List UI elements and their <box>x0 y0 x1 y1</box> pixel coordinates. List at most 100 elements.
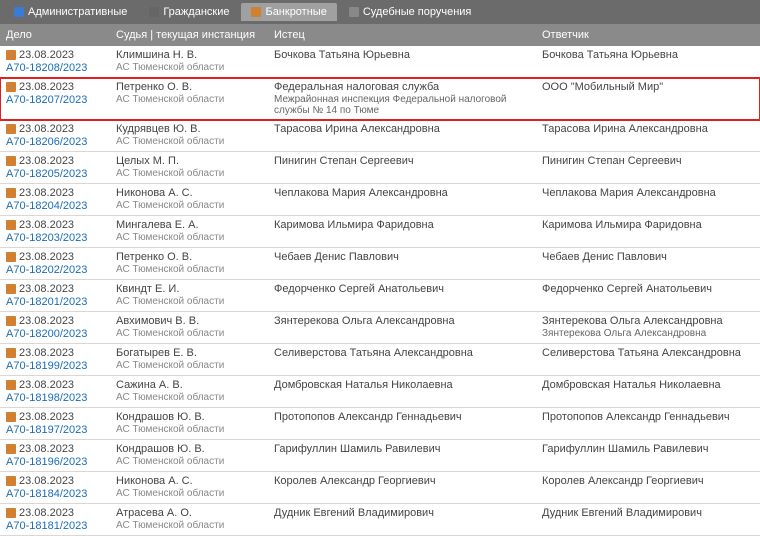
defendant-name: Федорченко Сергей Анатольевич <box>542 283 760 295</box>
case-number-link[interactable]: А70-18208/2023 <box>6 62 112 74</box>
case-cell: 23.08.2023А70-18204/2023 <box>0 187 112 212</box>
judge-name: Кудрявцев Ю. В. <box>116 123 270 135</box>
plaintiff-name: Гарифуллин Шамиль Равилевич <box>274 443 538 455</box>
table-row[interactable]: 23.08.2023А70-18208/2023Климшина Н. В.АС… <box>0 46 760 78</box>
table-row[interactable]: 23.08.2023А70-18207/2023Петренко О. В.АС… <box>0 78 760 120</box>
table-row[interactable]: 23.08.2023А70-18184/2023Никонова А. С.АС… <box>0 472 760 504</box>
tab-icon <box>149 7 159 17</box>
case-cell: 23.08.2023А70-18184/2023 <box>0 475 112 500</box>
court-name: АС Тюменской области <box>116 264 270 275</box>
defendant-name: Домбровская Наталья Николаевна <box>542 379 760 391</box>
table-row[interactable]: 23.08.2023А70-18199/2023Богатырев Е. В.А… <box>0 344 760 376</box>
court-name: АС Тюменской области <box>116 62 270 73</box>
header-case: Дело <box>0 29 112 41</box>
case-number-link[interactable]: А70-18197/2023 <box>6 424 112 436</box>
judge-cell: Авхимович В. В.АС Тюменской области <box>112 315 270 340</box>
plaintiff-name: Чебаев Денис Павлович <box>274 251 538 263</box>
plaintiff-name: Протопопов Александр Геннадьевич <box>274 411 538 423</box>
defendant-cell: Пинигин Степан Сергеевич <box>538 155 760 180</box>
plaintiff-cell: Чеплакова Мария Александровна <box>270 187 538 212</box>
judge-cell: Кондрашов Ю. В.АС Тюменской области <box>112 443 270 468</box>
tab-Судебные поручения[interactable]: Судебные поручения <box>339 3 482 21</box>
table-row[interactable]: 23.08.2023А70-18205/2023Целых М. П.АС Тю… <box>0 152 760 184</box>
tab-label: Банкротные <box>265 6 326 18</box>
case-number-link[interactable]: А70-18199/2023 <box>6 360 112 372</box>
judge-cell: Сажина А. В.АС Тюменской области <box>112 379 270 404</box>
plaintiff-cell: Дудник Евгений Владимирович <box>270 507 538 532</box>
bankruptcy-icon <box>6 50 16 60</box>
bankruptcy-icon <box>6 316 16 326</box>
case-cell: 23.08.2023А70-18200/2023 <box>0 315 112 340</box>
judge-cell: Кондрашов Ю. В.АС Тюменской области <box>112 411 270 436</box>
tab-icon <box>349 7 359 17</box>
case-number-link[interactable]: А70-18201/2023 <box>6 296 112 308</box>
plaintiff-name: Дудник Евгений Владимирович <box>274 507 538 519</box>
case-number-link[interactable]: А70-18200/2023 <box>6 328 112 340</box>
case-number-link[interactable]: А70-18205/2023 <box>6 168 112 180</box>
judge-name: Кондрашов Ю. В. <box>116 443 270 455</box>
case-number-link[interactable]: А70-18202/2023 <box>6 264 112 276</box>
case-cell: 23.08.2023А70-18208/2023 <box>0 49 112 74</box>
case-number-link[interactable]: А70-18198/2023 <box>6 392 112 404</box>
table-row[interactable]: 23.08.2023А70-18181/2023Атрасева А. О.АС… <box>0 504 760 536</box>
table-row[interactable]: 23.08.2023А70-18201/2023Квиндт Е. И.АС Т… <box>0 280 760 312</box>
defendant-name: Королев Александр Георгиевич <box>542 475 760 487</box>
table-row[interactable]: 23.08.2023А70-18204/2023Никонова А. С.АС… <box>0 184 760 216</box>
case-cell: 23.08.2023А70-18197/2023 <box>0 411 112 436</box>
defendant-cell: ООО "Мобильный Мир" <box>538 81 760 116</box>
case-number-link[interactable]: А70-18184/2023 <box>6 488 112 500</box>
bankruptcy-icon <box>6 444 16 454</box>
table-row[interactable]: 23.08.2023А70-18196/2023Кондрашов Ю. В.А… <box>0 440 760 472</box>
case-number-link[interactable]: А70-18204/2023 <box>6 200 112 212</box>
tab-Гражданские[interactable]: Гражданские <box>139 3 239 21</box>
tab-icon <box>14 7 24 17</box>
court-name: АС Тюменской области <box>116 136 270 147</box>
defendant-cell: Чеплакова Мария Александровна <box>538 187 760 212</box>
bankruptcy-icon <box>6 412 16 422</box>
plaintiff-name: Домбровская Наталья Николаевна <box>274 379 538 391</box>
judge-cell: Никонова А. С.АС Тюменской области <box>112 187 270 212</box>
bankruptcy-icon <box>6 156 16 166</box>
judge-cell: Целых М. П.АС Тюменской области <box>112 155 270 180</box>
plaintiff-cell: Домбровская Наталья Николаевна <box>270 379 538 404</box>
case-cell: 23.08.2023А70-18203/2023 <box>0 219 112 244</box>
bankruptcy-icon <box>6 508 16 518</box>
plaintiff-cell: Королев Александр Георгиевич <box>270 475 538 500</box>
case-number-link[interactable]: А70-18196/2023 <box>6 456 112 468</box>
case-number-link[interactable]: А70-18207/2023 <box>6 94 112 106</box>
judge-cell: Атрасева А. О.АС Тюменской области <box>112 507 270 532</box>
table-row[interactable]: 23.08.2023А70-18198/2023Сажина А. В.АС Т… <box>0 376 760 408</box>
defendant-cell: Селиверстова Татьяна Александровна <box>538 347 760 372</box>
table-row[interactable]: 23.08.2023А70-18203/2023Мингалева Е. А.А… <box>0 216 760 248</box>
defendant-cell: Каримова Ильмира Фаридовна <box>538 219 760 244</box>
plaintiff-name: Федорченко Сергей Анатольевич <box>274 283 538 295</box>
case-number-link[interactable]: А70-18203/2023 <box>6 232 112 244</box>
tab-Банкротные[interactable]: Банкротные <box>241 3 336 21</box>
case-date: 23.08.2023 <box>19 81 74 93</box>
table-row[interactable]: 23.08.2023А70-18197/2023Кондрашов Ю. В.А… <box>0 408 760 440</box>
case-date: 23.08.2023 <box>19 443 74 455</box>
judge-name: Никонова А. С. <box>116 475 270 487</box>
tab-Административные[interactable]: Административные <box>4 3 137 21</box>
case-number-link[interactable]: А70-18181/2023 <box>6 520 112 532</box>
judge-name: Петренко О. В. <box>116 251 270 263</box>
court-name: АС Тюменской области <box>116 456 270 467</box>
plaintiff-cell: Тарасова Ирина Александровна <box>270 123 538 148</box>
bankruptcy-icon <box>6 82 16 92</box>
case-date: 23.08.2023 <box>19 187 74 199</box>
case-cell: 23.08.2023А70-18206/2023 <box>0 123 112 148</box>
defendant-cell: Зянтерекова Ольга АлександровнаЗянтереко… <box>538 315 760 340</box>
table-row[interactable]: 23.08.2023А70-18200/2023Авхимович В. В.А… <box>0 312 760 344</box>
plaintiff-cell: Гарифуллин Шамиль Равилевич <box>270 443 538 468</box>
judge-name: Никонова А. С. <box>116 187 270 199</box>
defendant-name: Зянтерекова Ольга Александровна <box>542 315 760 327</box>
table-row[interactable]: 23.08.2023А70-18202/2023Петренко О. В.АС… <box>0 248 760 280</box>
plaintiff-cell: Чебаев Денис Павлович <box>270 251 538 276</box>
table-row[interactable]: 23.08.2023А70-18206/2023Кудрявцев Ю. В.А… <box>0 120 760 152</box>
table-header: Дело Судья | текущая инстанция Истец Отв… <box>0 24 760 46</box>
plaintiff-name: Пинигин Степан Сергеевич <box>274 155 538 167</box>
defendant-detail: Зянтерекова Ольга Александровна <box>542 328 760 339</box>
case-date: 23.08.2023 <box>19 49 74 61</box>
case-number-link[interactable]: А70-18206/2023 <box>6 136 112 148</box>
plaintiff-name: Селиверстова Татьяна Александровна <box>274 347 538 359</box>
